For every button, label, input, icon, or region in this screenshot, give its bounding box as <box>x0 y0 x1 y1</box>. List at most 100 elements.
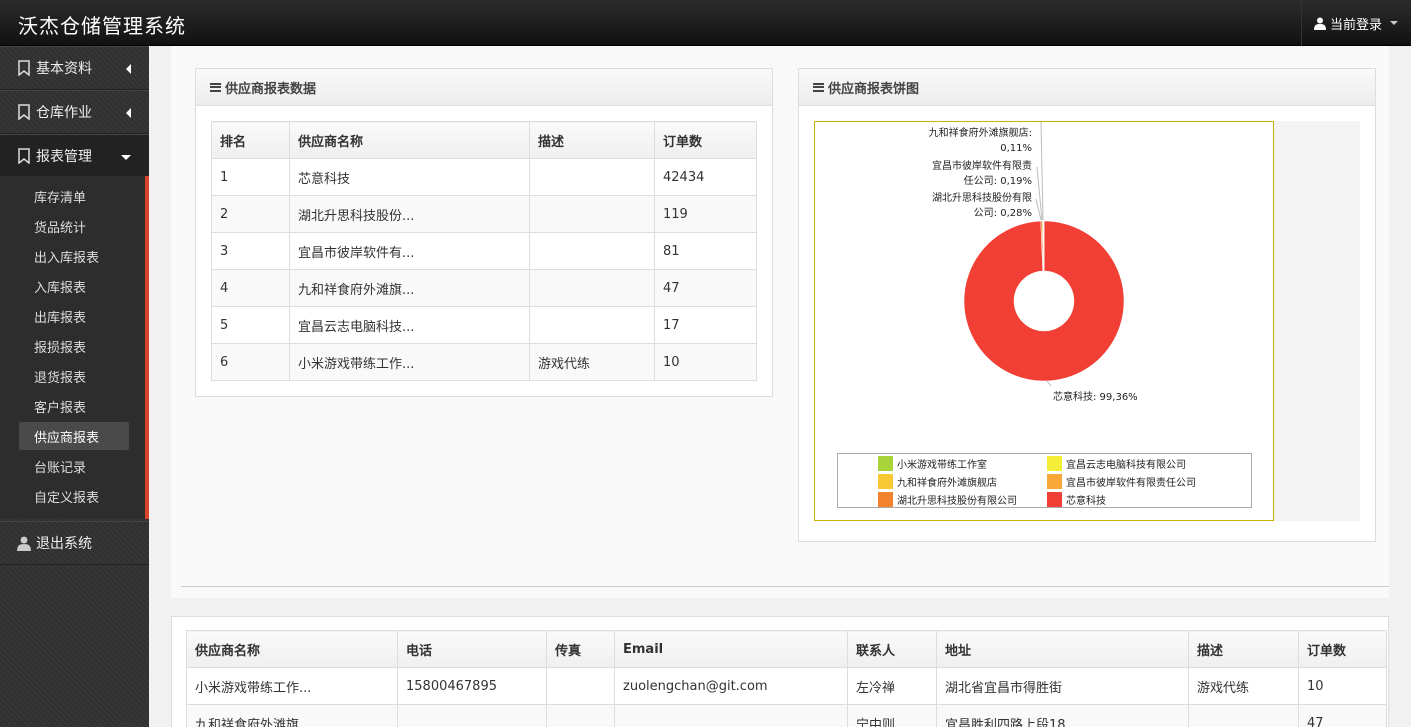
bookmark-icon <box>18 60 30 76</box>
submenu-item-goods-stats[interactable]: 货品统计 <box>19 212 129 240</box>
col-header[interactable]: 地址 <box>936 630 1189 668</box>
legend-swatch <box>1047 455 1062 471</box>
table-cell: 湖北升思科技股份... <box>289 195 530 233</box>
table-row[interactable]: 4 九和祥食府外滩旗... 47 <box>211 269 757 307</box>
col-header[interactable]: 排名 <box>211 121 290 159</box>
login-label: 当前登录 <box>1330 17 1383 33</box>
app-title: 沃杰仓储管理系统 <box>18 14 186 38</box>
submenu-item-inventory-list[interactable]: 库存清单 <box>19 182 129 210</box>
pie-label-line: 任公司: 0,19% <box>963 176 1032 187</box>
legend-label: 湖北升思科技股份有限公司 <box>897 495 1017 507</box>
submenu-item-custom-report[interactable]: 自定义报表 <box>19 482 129 510</box>
legend-item[interactable]: 小米游戏带练工作室 <box>878 455 987 471</box>
table-cell: 2 <box>211 195 290 233</box>
pie-label-line: 宜昌市彼岸软件有限责 <box>932 161 1032 172</box>
report-panel: 供应商报表数据 排名 供应商名称 描述 订单数 1 芯意科技 42434 2 湖北升思科… <box>171 46 1389 598</box>
submenu-item-inout-report[interactable]: 出入库报表 <box>19 242 129 270</box>
chart-frame: 九和祥食府外滩旗舰店: 0,11% 宜昌市彼岸软件有限责 任公司: 0,19% … <box>814 121 1274 521</box>
table-cell: 47 <box>1298 704 1387 727</box>
pie-label: 芯意科技: 99,36% <box>1053 390 1138 405</box>
pie-chart: 九和祥食府外滩旗舰店: 0,11% 宜昌市彼岸软件有限责 任公司: 0,19% … <box>814 121 1360 521</box>
legend-label: 小米游戏带练工作室 <box>897 459 987 471</box>
table-cell: 3 <box>211 232 290 270</box>
pie-svg <box>963 122 1125 387</box>
submenu-item-return-report[interactable]: 退货报表 <box>19 362 129 390</box>
col-header[interactable]: 供应商名称 <box>289 121 530 159</box>
table-row[interactable]: 2 湖北升思科技股份... 119 <box>211 195 757 233</box>
col-header[interactable]: Email <box>614 630 848 668</box>
table-cell <box>397 704 547 727</box>
chart-side-strip <box>1274 121 1360 521</box>
col-header[interactable]: 描述 <box>529 121 655 159</box>
legend-item[interactable]: 芯意科技 <box>1047 491 1106 507</box>
sidebar-item-label: 基本资料 <box>36 61 92 77</box>
table-cell: 1 <box>211 158 290 196</box>
table-cell: 宜昌云志电脑科技... <box>289 306 530 344</box>
table-row[interactable]: 小米游戏带练工作... 15800467895 zuolengchan@git.co… <box>186 667 1387 705</box>
table-cell: 九和祥食府外滩旗... <box>289 269 530 307</box>
legend-item[interactable]: 宜昌市彼岸软件有限责任公司 <box>1047 473 1196 489</box>
pie-label-line: 公司: 0,28% <box>973 208 1032 219</box>
sidebar-item-basic-data[interactable]: 基本资料 <box>0 46 149 90</box>
submenu-item-loss-report[interactable]: 报损报表 <box>19 332 129 360</box>
col-header[interactable]: 传真 <box>546 630 615 668</box>
col-header[interactable]: 订单数 <box>654 121 757 159</box>
legend-item[interactable]: 湖北升思科技股份有限公司 <box>878 491 1017 507</box>
table-cell <box>546 704 615 727</box>
submenu-item-supplier-report[interactable]: 供应商报表 <box>19 422 129 450</box>
table-cell: 10 <box>1298 667 1387 705</box>
table-cell: 5 <box>211 306 290 344</box>
sidebar-item-label: 退出系统 <box>36 536 92 552</box>
legend-item[interactable]: 九和祥食府外滩旗舰店 <box>878 473 997 489</box>
table-cell: 湖北省宜昌市得胜街 <box>936 667 1189 705</box>
pie-label: 湖北升思科技股份有限 公司: 0,28% <box>918 191 1032 221</box>
legend-label: 九和祥食府外滩旗舰店 <box>897 477 997 489</box>
pie-label: 宜昌市彼岸软件有限责 任公司: 0,19% <box>918 159 1032 189</box>
col-header[interactable]: 描述 <box>1188 630 1299 668</box>
table-cell: 九和祥食府外滩旗... <box>186 704 398 727</box>
table-cell <box>529 232 655 270</box>
chevron-left-icon <box>126 108 131 118</box>
table-row[interactable]: 1 芯意科技 42434 <box>211 158 757 196</box>
table-cell: 17 <box>654 306 757 344</box>
table-row[interactable]: 5 宜昌云志电脑科技... 17 <box>211 306 757 344</box>
sidebar-item-reports[interactable]: 报表管理 <box>0 134 149 178</box>
table-cell <box>1188 704 1299 727</box>
table-cell: zuolengchan@git.com <box>614 667 848 705</box>
submenu-item-ledger[interactable]: 台账记录 <box>19 452 129 480</box>
table-cell <box>529 195 655 233</box>
box-title: 供应商报表饼图 <box>828 81 920 97</box>
table-cell: 42434 <box>654 158 757 196</box>
table-cell: 宁中则 <box>847 704 937 727</box>
legend-swatch <box>878 455 893 471</box>
submenu-item-customer-report[interactable]: 客户报表 <box>19 392 129 420</box>
table-row[interactable]: 3 宜昌市彼岸软件有... 81 <box>211 232 757 270</box>
table-cell <box>614 704 848 727</box>
box-header: 供应商报表数据 <box>196 69 772 106</box>
col-header[interactable]: 供应商名称 <box>186 630 398 668</box>
table-cell <box>546 667 615 705</box>
table-cell: 宜昌胜利四路上段18 <box>936 704 1189 727</box>
table-cell: 6 <box>211 343 290 381</box>
sidebar-item-warehouse-ops[interactable]: 仓库作业 <box>0 90 149 134</box>
submenu-item-outbound-report[interactable]: 出库报表 <box>19 302 129 330</box>
col-header[interactable]: 电话 <box>397 630 547 668</box>
supplier-detail-table: 供应商名称 电话 传真 Email 联系人 地址 描述 订单数 小米游戏带练工作… <box>186 630 1387 727</box>
list-icon <box>210 82 221 92</box>
sidebar-item-logout[interactable]: 退出系统 <box>0 521 149 565</box>
table-row[interactable]: 6 小米游戏带练工作... 游戏代练 10 <box>211 343 757 381</box>
current-login-dropdown[interactable]: 当前登录 <box>1301 0 1411 46</box>
top-navbar: 沃杰仓储管理系统 当前登录 <box>0 0 1411 46</box>
col-header[interactable]: 联系人 <box>847 630 937 668</box>
legend-item[interactable]: 宜昌云志电脑科技有限公司 <box>1047 455 1186 471</box>
pie-legend: 小米游戏带练工作室 宜昌云志电脑科技有限公司 九和祥食府外滩旗舰店 宜昌市彼岸软… <box>837 453 1252 508</box>
pie-label: 九和祥食府外滩旗舰店: 0,11% <box>918 126 1032 156</box>
submenu-item-inbound-report[interactable]: 入库报表 <box>19 272 129 300</box>
legend-swatch <box>1047 473 1062 489</box>
pie-label-line: 0,11% <box>1000 143 1032 154</box>
table-cell: 47 <box>654 269 757 307</box>
table-row[interactable]: 九和祥食府外滩旗... 宁中则 宜昌胜利四路上段18 47 <box>186 704 1387 727</box>
table-cell: 芯意科技 <box>289 158 530 196</box>
col-header[interactable]: 订单数 <box>1298 630 1387 668</box>
table-cell: 游戏代练 <box>1188 667 1299 705</box>
